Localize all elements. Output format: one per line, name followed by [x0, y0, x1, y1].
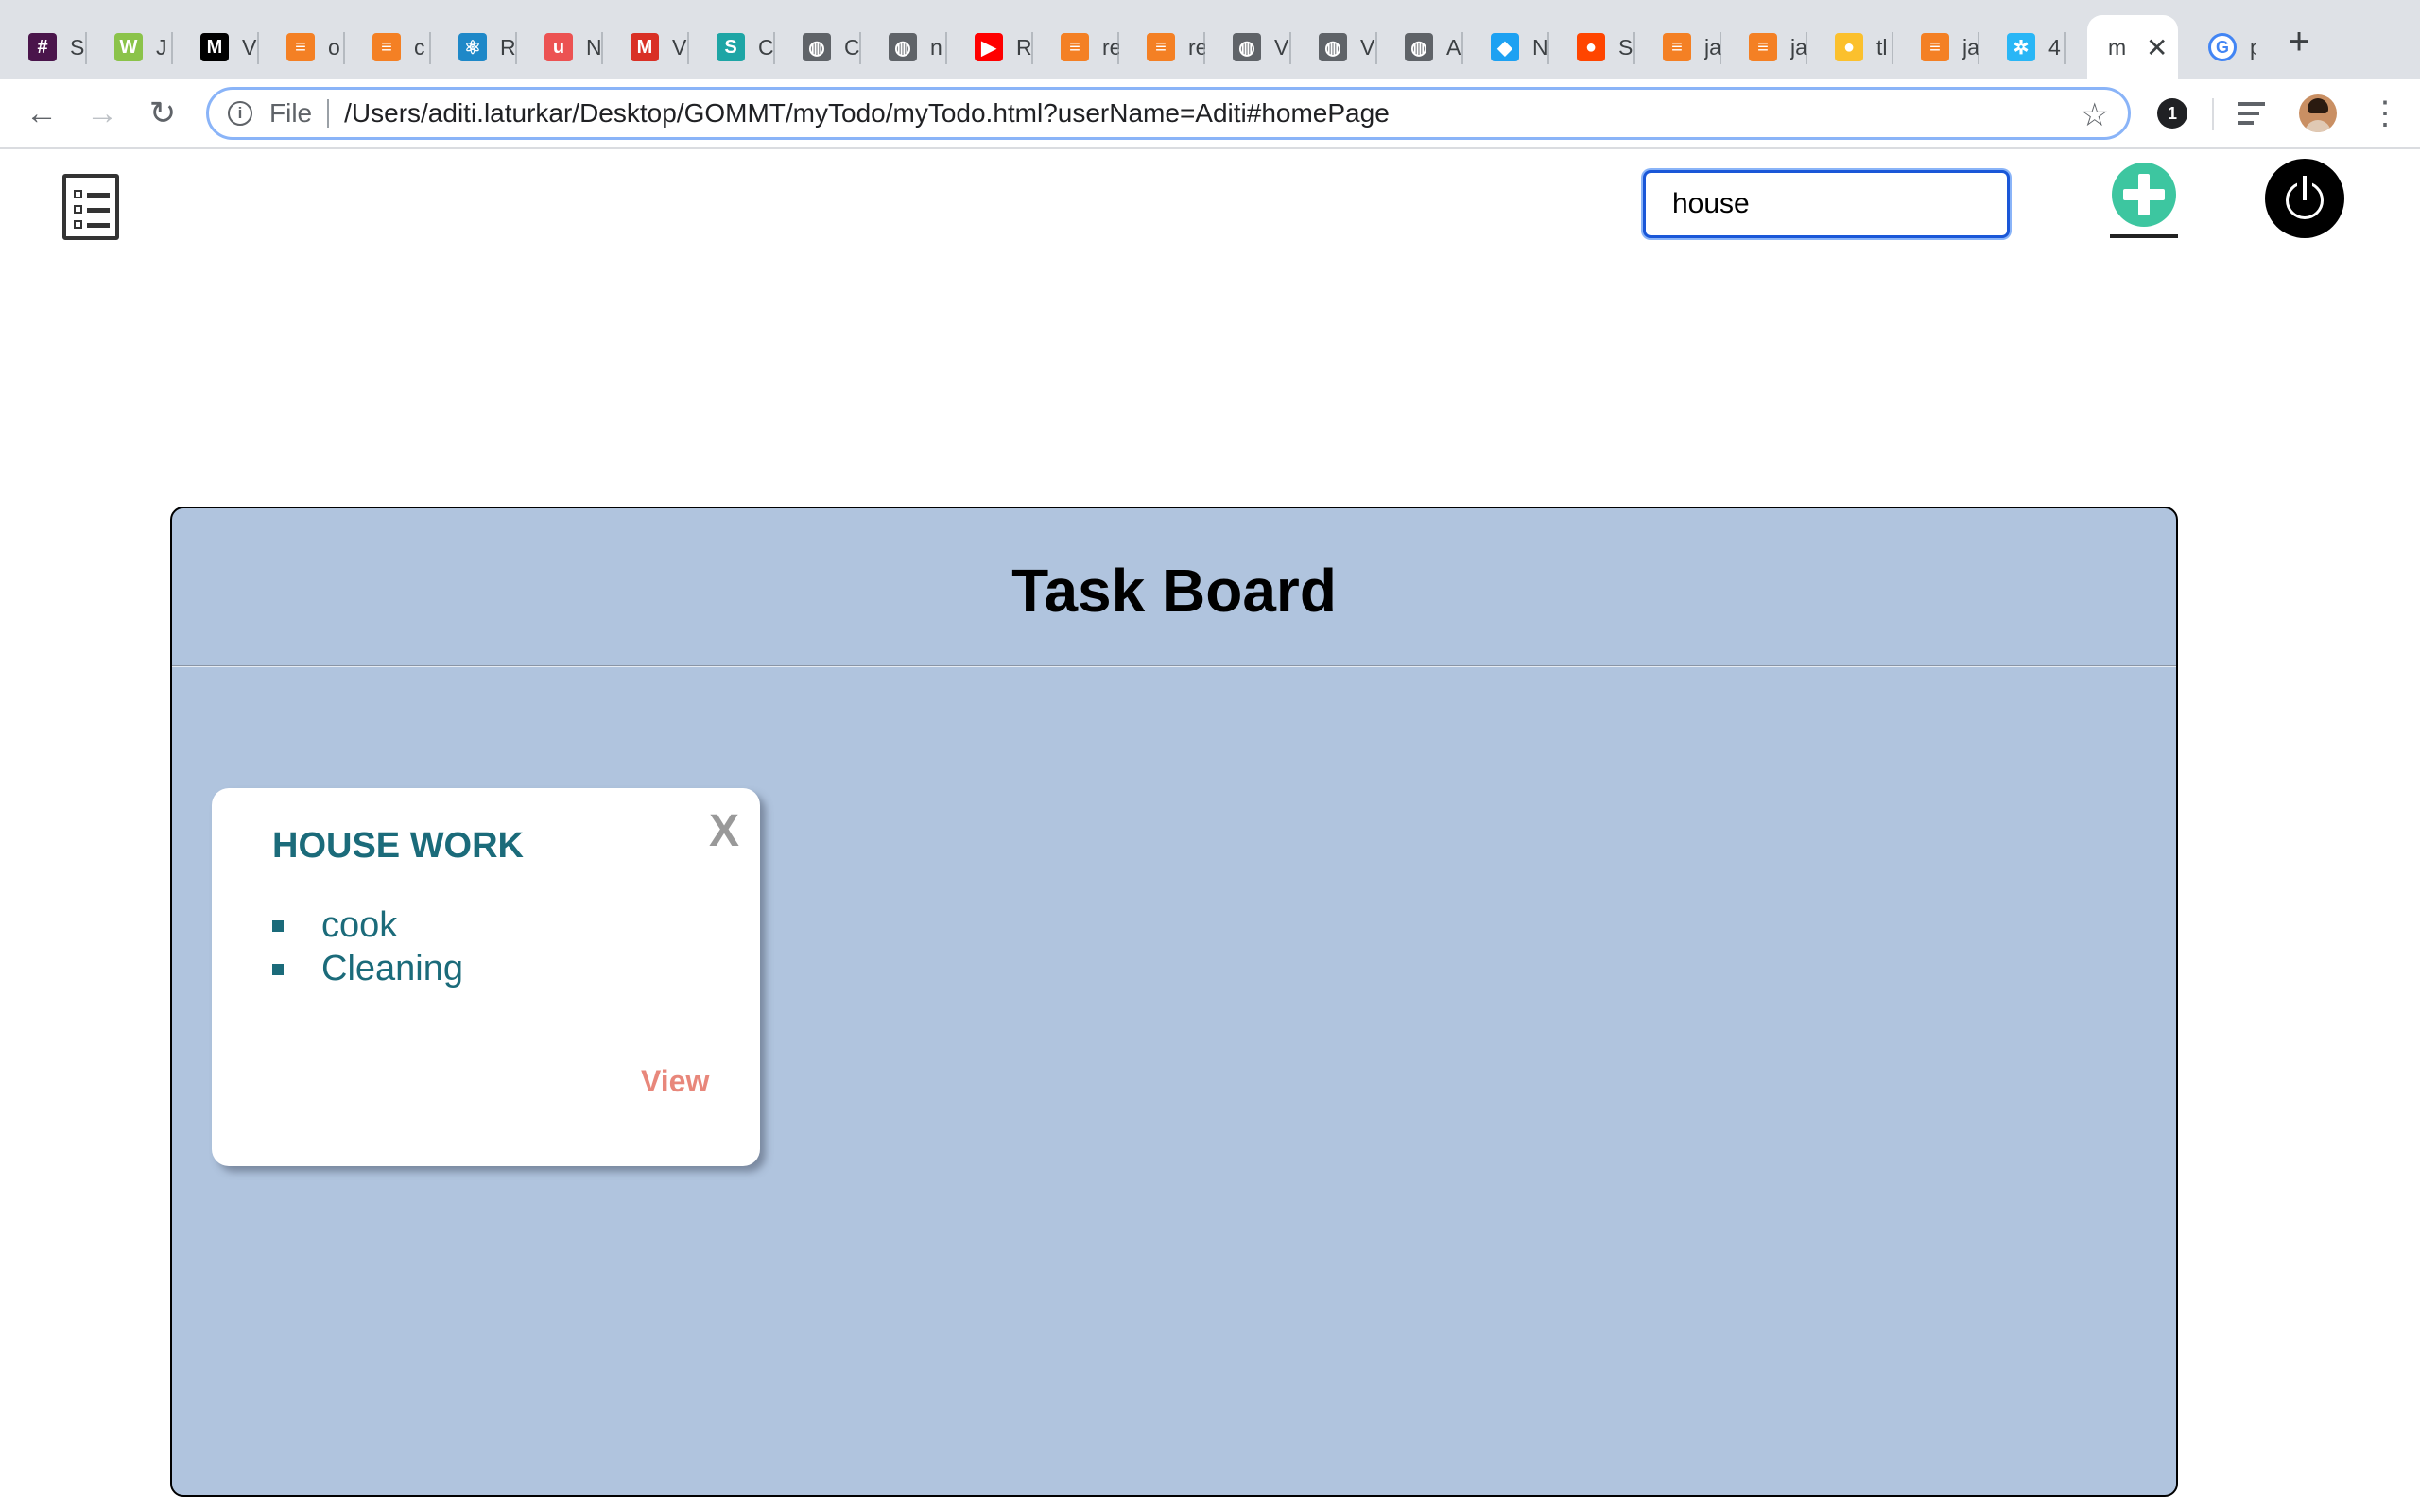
stackoverflow-icon: ≡ [1061, 33, 1089, 61]
browser-tab[interactable]: uN [516, 15, 603, 79]
medium-icon: M [200, 33, 229, 61]
stackoverflow-icon: ≡ [1749, 33, 1777, 61]
browser-tabstrip: # S W J M V ≡ o ≡ c ⚛ Ru N M V S C ◍ C ◍ n ▶ R ≡ re ≡ re ◍ V ◍ V ◍ A ◆ N ● S… [0, 0, 2420, 79]
stackoverflow-icon: ≡ [1921, 33, 1949, 61]
browser-tab[interactable]: ▶ R [946, 15, 1033, 79]
app-header [0, 151, 2420, 255]
browser-tab[interactable]: ◍ C [774, 15, 861, 79]
tab-title: m [2108, 34, 2127, 60]
browser-tab[interactable]: SC [688, 15, 775, 79]
task-board: Task Board HOUSE WORK X cook Cleaning Vi… [170, 507, 2178, 1497]
browser-tab[interactable]: ◍ V [1290, 15, 1377, 79]
card-task-list: cook Cleaning [272, 903, 463, 990]
browser-tab[interactable]: MV [602, 15, 689, 79]
tab-title: p [2250, 35, 2256, 60]
tab-close-icon[interactable]: ✕ [2146, 32, 2168, 63]
browser-tab[interactable]: ● S [1548, 15, 1635, 79]
globe-icon: ◍ [1405, 33, 1433, 61]
bookmark-star-icon[interactable]: ☆ [2081, 96, 2109, 134]
globe-icon: ◍ [803, 33, 831, 61]
stackoverflow-icon: ≡ [372, 33, 401, 61]
scribd-icon: S [717, 33, 745, 61]
stackoverflow-icon: ≡ [1147, 33, 1175, 61]
browser-tab[interactable]: ● tl [1806, 15, 1893, 79]
card-close-button[interactable]: X [709, 805, 739, 857]
card-view-link[interactable]: View [641, 1064, 709, 1099]
reddit-icon: ● [1577, 33, 1605, 61]
toolbar-divider [2212, 98, 2214, 130]
omnibox-divider [327, 99, 330, 128]
browser-tab[interactable]: ≡ ja [1634, 15, 1721, 79]
url-scheme-label: File [269, 98, 313, 128]
tab-google[interactable]: G p [2180, 15, 2256, 79]
browser-tab[interactable]: MV [172, 15, 259, 79]
tab-active[interactable]: m ✕ [2087, 15, 2178, 79]
forward-button[interactable]: → [83, 94, 121, 132]
browser-menu-icon[interactable]: ⋮ [2369, 94, 2401, 132]
bird-icon: ◆ [1491, 33, 1519, 61]
bulb-icon: ● [1835, 33, 1863, 61]
browser-tab[interactable]: ◆ N [1462, 15, 1549, 79]
tab-divider [2064, 32, 2066, 64]
reload-button[interactable]: ↻ [144, 94, 182, 132]
globe-icon: ◍ [1319, 33, 1347, 61]
codebeautify-icon: ✲ [2007, 33, 2035, 61]
browser-tab[interactable]: ◍ V [1204, 15, 1291, 79]
browser-tab[interactable]: # S [0, 15, 87, 79]
new-tab-button[interactable]: + [2280, 23, 2318, 60]
profile-avatar[interactable] [2299, 94, 2337, 132]
address-bar[interactable]: i File /Users/aditi.laturkar/Desktop/GOM… [206, 87, 2131, 140]
search-input[interactable] [1643, 170, 2010, 238]
browser-tab[interactable]: ≡ ja [1893, 15, 1979, 79]
w3c-icon: W [114, 33, 143, 61]
udemy-icon: u [544, 33, 573, 61]
slack-icon: # [28, 33, 57, 61]
info-icon[interactable]: i [228, 101, 252, 126]
stackoverflow-icon: ≡ [1663, 33, 1691, 61]
browser-tab[interactable]: ⚛ R [430, 15, 517, 79]
task-card: HOUSE WORK X cook Cleaning View [212, 788, 760, 1166]
browser-tab[interactable]: WJ [86, 15, 173, 79]
browser-tab[interactable]: ◍ A [1376, 15, 1463, 79]
board-divider [172, 665, 2176, 667]
add-button-underline [2110, 234, 2178, 238]
google-icon: G [2208, 33, 2237, 61]
globe-icon: ◍ [1233, 33, 1261, 61]
list-item: cook [272, 903, 463, 947]
card-title: HOUSE WORK [272, 826, 524, 866]
checklist-icon[interactable] [62, 174, 119, 240]
browser-tab[interactable]: ≡ o [258, 15, 345, 79]
browser-toolbar: ← → ↻ i File /Users/aditi.laturkar/Deskt… [0, 79, 2420, 149]
globe-icon: ◍ [889, 33, 917, 61]
youtube-icon: ▶ [975, 33, 1003, 61]
react-icon: ⚛ [458, 33, 487, 61]
browser-tab[interactable]: ✲ 4 [1979, 15, 2066, 79]
browser-tab[interactable]: ◍ n [860, 15, 947, 79]
logout-button[interactable] [2265, 159, 2344, 238]
browser-tab[interactable]: ≡ ja [1720, 15, 1807, 79]
extension-icon[interactable]: 1 [2157, 98, 2187, 129]
stackoverflow-icon: ≡ [286, 33, 315, 61]
back-button[interactable]: ← [23, 94, 60, 132]
gmail-icon: M [631, 33, 659, 61]
browser-tab[interactable]: ≡ re [1032, 15, 1119, 79]
plus-icon [2112, 163, 2176, 227]
add-task-button[interactable] [2110, 163, 2178, 240]
browser-tab[interactable]: ≡ c [344, 15, 431, 79]
browser-tab[interactable]: ≡ re [1118, 15, 1205, 79]
list-item: Cleaning [272, 947, 463, 990]
page-title: Task Board [1011, 557, 1337, 625]
url-text[interactable]: /Users/aditi.laturkar/Desktop/GOMMT/myTo… [344, 98, 1390, 129]
media-control-icon[interactable] [2238, 96, 2273, 130]
